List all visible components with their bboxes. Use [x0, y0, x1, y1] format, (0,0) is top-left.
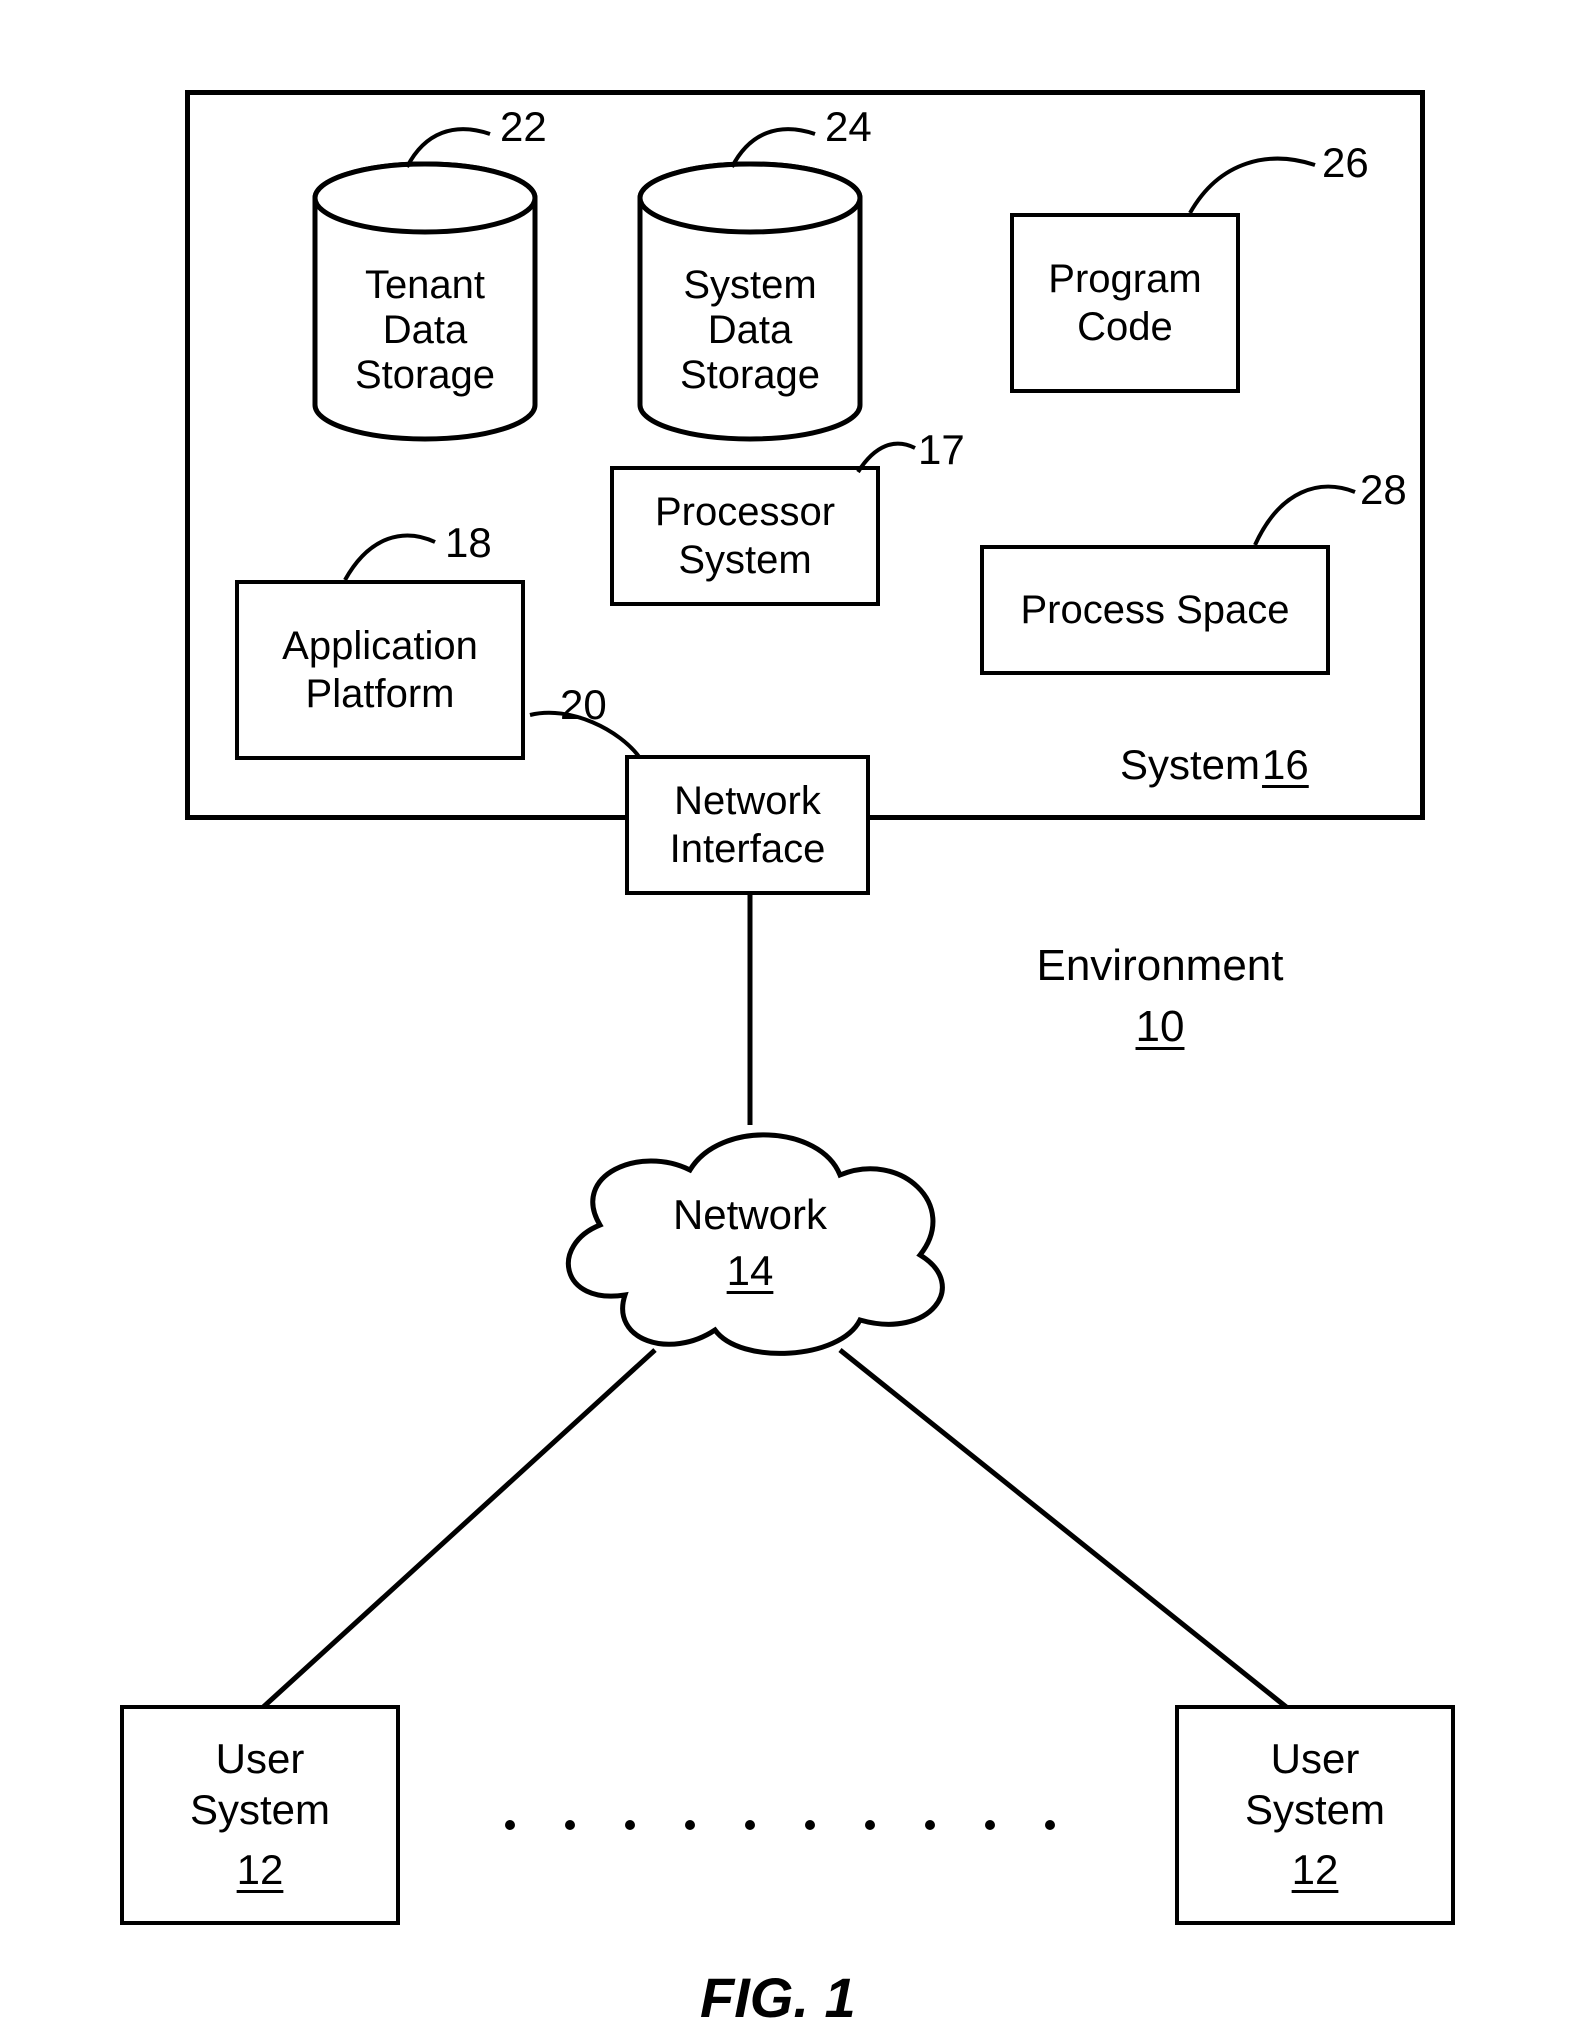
- lines-cloud-to-users: [200, 1330, 1400, 1760]
- ref-18: 18: [445, 518, 492, 568]
- network-label: Network 14: [640, 1190, 860, 1297]
- user-system-right-name: User System: [1245, 1734, 1385, 1835]
- system-label-num: 16: [1262, 741, 1309, 788]
- system-16-label: System16: [1120, 740, 1400, 790]
- application-platform-box: Application Platform: [235, 580, 525, 760]
- ref-22: 22: [500, 102, 547, 152]
- ref-28: 28: [1360, 465, 1407, 515]
- network-interface-box: Network Interface: [625, 755, 870, 895]
- environment-label: Environment 10: [1010, 940, 1310, 1054]
- user-system-left-name: User System: [190, 1734, 330, 1835]
- program-code-box: Program Code: [1010, 213, 1240, 393]
- lead-line-22: [395, 112, 515, 182]
- ref-26: 26: [1322, 138, 1369, 188]
- process-space-box: Process Space: [980, 545, 1330, 675]
- network-name: Network: [673, 1190, 827, 1240]
- lead-line-26: [1180, 140, 1330, 230]
- lead-line-24: [720, 112, 840, 182]
- figure-1-diagram: System16 Tenant Data Storage 22 System D…: [0, 0, 1595, 2036]
- ref-17: 17: [918, 425, 965, 475]
- processor-system-box: Processor System: [610, 466, 880, 606]
- user-system-left-box: User System 12: [120, 1705, 400, 1925]
- lead-line-28: [1245, 470, 1365, 550]
- ref-24: 24: [825, 102, 872, 152]
- ellipsis-dots: [490, 1815, 1090, 1835]
- tenant-data-storage-text: Tenant Data Storage: [305, 245, 545, 415]
- user-system-right-num: 12: [1292, 1845, 1339, 1895]
- environment-num: 10: [1136, 1001, 1185, 1054]
- lead-line-18: [335, 520, 445, 590]
- network-num: 14: [727, 1246, 774, 1296]
- figure-caption: FIG. 1: [700, 1965, 856, 2030]
- user-system-right-box: User System 12: [1175, 1705, 1455, 1925]
- user-system-left-num: 12: [237, 1845, 284, 1895]
- system-data-storage-text: System Data Storage: [630, 245, 870, 415]
- line-ni-to-network: [745, 895, 755, 1125]
- ref-20: 20: [560, 680, 607, 730]
- environment-name: Environment: [1036, 940, 1283, 993]
- system-label-name: System: [1120, 741, 1260, 788]
